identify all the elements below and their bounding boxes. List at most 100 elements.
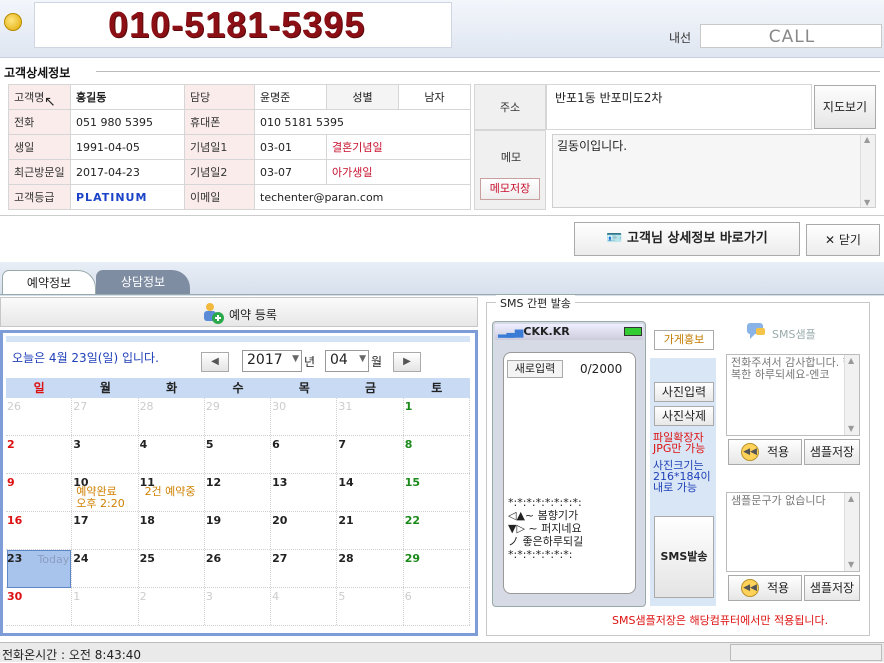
calendar-day[interactable]: 5 — [337, 588, 404, 625]
calendar-day[interactable]: 2 — [139, 588, 205, 625]
reservation-register-button[interactable]: 예약 등록 — [0, 297, 478, 327]
calendar-day[interactable]: 3 — [205, 588, 272, 625]
calendar-day[interactable]: 29 — [205, 398, 272, 435]
calendar-day[interactable]: 27 — [72, 398, 139, 435]
close-icon: ✕ — [825, 233, 836, 247]
calendar-day[interactable]: 10 예약완료 오후 2:20 — [72, 474, 139, 511]
calendar-day[interactable]: 22 — [404, 512, 470, 549]
event-label[interactable]: 2건 예약중 — [145, 486, 196, 498]
calendar-day[interactable]: 15 — [404, 474, 470, 511]
apply-button-2[interactable]: ◀◀ 적용 — [728, 575, 802, 601]
tab-reservation[interactable]: 예약정보 — [2, 270, 96, 295]
new-input-button[interactable]: 새로입력 — [507, 360, 563, 378]
birthday-value[interactable]: 1991-04-05 — [70, 134, 185, 160]
call-field[interactable]: CALL — [700, 24, 882, 48]
calendar-day[interactable]: 19 — [205, 512, 272, 549]
sample-text-1[interactable]: 전화주셔서 감사합니다. 행복한 하루되세요-엔코 — [726, 354, 860, 436]
calendar-day[interactable]: 14 — [337, 474, 404, 511]
sample-text-2[interactable]: 샘플문구가 없습니다 — [726, 492, 860, 572]
calendar-day[interactable]: 2 — [6, 436, 73, 473]
calendar-day[interactable]: 31 — [337, 398, 404, 435]
memo-textarea[interactable]: 길동이입니다. — [552, 134, 876, 208]
year-select[interactable]: 2017 ▼ — [242, 350, 302, 372]
calendar-day[interactable]: 6 — [404, 588, 470, 625]
map-view-button[interactable]: 지도보기 — [814, 85, 876, 129]
month-select[interactable]: 04 ▼ — [325, 350, 369, 372]
apply-button-1[interactable]: ◀◀ 적용 — [728, 439, 802, 465]
calendar-day[interactable]: 24 — [72, 550, 139, 587]
photo-input-button[interactable]: 사진입력 — [654, 382, 714, 402]
calendar-day[interactable]: 18 — [139, 512, 205, 549]
memo-text: 길동이입니다. — [557, 139, 628, 153]
calendar-day[interactable]: 16 — [6, 512, 73, 549]
calendar-day[interactable]: 7 — [337, 436, 404, 473]
calendar-day[interactable]: 25 — [139, 550, 205, 587]
calendar-day[interactable]: 1 — [72, 588, 139, 625]
event-time[interactable]: 오후 2:20 — [76, 498, 124, 510]
memo-scrollbar[interactable] — [860, 135, 875, 207]
label-memo: 메모 — [500, 151, 522, 164]
calendar-day[interactable]: 4 — [271, 588, 338, 625]
calendar-day[interactable]: 28 — [139, 398, 205, 435]
prev-month-button[interactable]: ◀ — [201, 352, 229, 372]
calendar-day[interactable]: 12 — [205, 474, 272, 511]
memo-save-button[interactable]: 메모저장 — [480, 178, 540, 200]
calendar-day[interactable]: 26 — [205, 550, 272, 587]
calendar-day[interactable]: 5 — [205, 436, 272, 473]
grade-value[interactable]: PLATINUM — [70, 184, 185, 210]
sample2-scrollbar[interactable] — [844, 493, 859, 571]
close-button[interactable]: ✕ 닫기 — [806, 224, 880, 256]
anniv2-date[interactable]: 03-07 — [254, 159, 327, 185]
store-promo-button[interactable]: 가게홍보 — [654, 330, 714, 350]
photo-delete-button[interactable]: 사진삭제 — [654, 406, 714, 426]
calendar-day[interactable]: 27 — [271, 550, 338, 587]
calendar-day[interactable]: 28 — [337, 550, 404, 587]
anniv1-date[interactable]: 03-01 — [254, 134, 327, 160]
calendar-day[interactable]: 8 — [404, 436, 470, 473]
customer-name[interactable]: 홍길동 — [70, 84, 185, 110]
calendar-day[interactable]: 3 — [72, 436, 139, 473]
customer-detail-button[interactable]: 🪪 고객님 상세정보 바로가기 — [574, 222, 800, 256]
save-sample-button-1[interactable]: 샘플저장 — [804, 439, 860, 465]
anniv2-name[interactable]: 아가생일 — [326, 159, 471, 185]
manager-value[interactable]: 윤명준 — [254, 84, 327, 110]
year-suffix: 년 — [304, 355, 316, 369]
calendar-day[interactable]: 17 — [72, 512, 139, 549]
calendar-day[interactable]: 30 — [271, 398, 338, 435]
calendar-day-today[interactable]: 23 Today — [6, 550, 73, 588]
mobile-value[interactable]: 010 5181 5395 — [254, 109, 471, 135]
anniv1-name[interactable]: 결혼기념일 — [326, 134, 471, 160]
apply-label: 적용 — [767, 445, 790, 459]
label-last-visit: 최근방문일 — [8, 159, 71, 185]
calendar-day[interactable]: 13 — [271, 474, 338, 511]
label-address: 주소 — [474, 84, 546, 130]
calendar-day[interactable]: 4 — [139, 436, 205, 473]
chevron-down-icon: ▼ — [359, 354, 366, 364]
sample1-scrollbar[interactable] — [844, 355, 859, 435]
address-value[interactable]: 반포1동 반포미도2차 — [546, 84, 812, 130]
phone-value[interactable]: 051 980 5395 — [70, 109, 185, 135]
last-visit-value[interactable]: 2017-04-23 — [70, 159, 185, 185]
calendar-day[interactable]: 1 — [404, 398, 470, 435]
file-ext-note: 파일확장자 JPG만 가능 — [653, 431, 706, 455]
sms-message[interactable]: *:*:*:*:*:*:*:*: ◁▲~ 봄향기가 ▼▷ ~ 퍼지네요 ノ 좋은… — [508, 496, 626, 561]
calendar-day[interactable]: 30 — [6, 588, 73, 625]
label-anniv1: 기념일1 — [184, 134, 255, 160]
calendar-day[interactable]: 9 — [6, 474, 73, 511]
calendar-day[interactable]: 21 — [337, 512, 404, 549]
calendar-day[interactable]: 29 — [404, 550, 470, 587]
char-counter: 0/2000 — [580, 362, 623, 376]
email-value[interactable]: techenter@paran.com — [254, 184, 471, 210]
weekday-wed: 수 — [232, 381, 244, 395]
gender-value[interactable]: 남자 — [398, 84, 471, 110]
calendar-day[interactable]: 11 2건 예약중 — [139, 474, 205, 511]
chevron-down-icon: ▼ — [292, 354, 299, 364]
calendar-day[interactable]: 26 — [6, 398, 73, 435]
tab-consultation[interactable]: 상담정보 — [96, 270, 190, 295]
calendar-day[interactable]: 6 — [271, 436, 338, 473]
sms-send-button[interactable]: SMS발송 — [654, 516, 714, 598]
save-sample-button-2[interactable]: 샘플저장 — [804, 575, 860, 601]
next-month-button[interactable]: ▶ — [393, 352, 421, 372]
call-text: CALL — [768, 27, 816, 47]
calendar-day[interactable]: 20 — [271, 512, 338, 549]
